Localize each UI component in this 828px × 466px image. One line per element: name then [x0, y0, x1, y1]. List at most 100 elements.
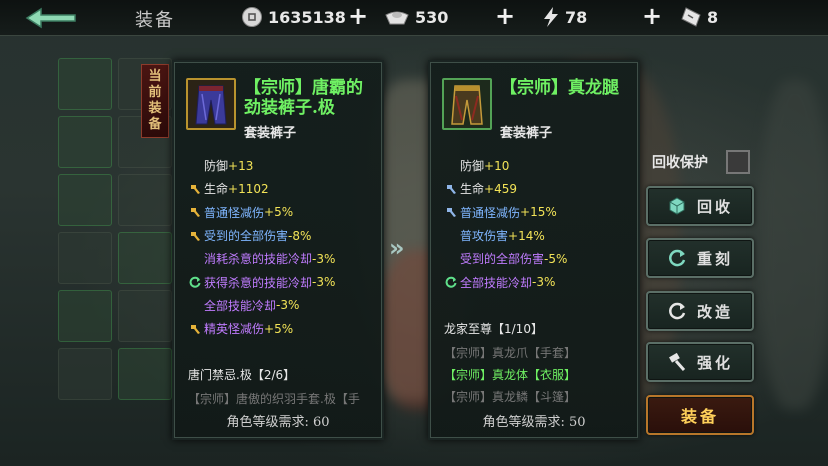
stat-row: 全部技能冷却 -3%: [188, 294, 380, 317]
stat-value: -3%: [532, 275, 556, 290]
candidate-item-card: 【宗师】真龙腿 套装裤子 防御 +10 生命 +459 普通怪减伤 +15% 普…: [428, 60, 640, 440]
energy-amount: 78: [565, 7, 588, 27]
stat-value: -5%: [544, 251, 568, 266]
inventory-slot: [58, 174, 112, 226]
add-coin-button[interactable]: +: [347, 4, 369, 29]
inventory-slot: [58, 290, 112, 342]
silver-ingot-icon: [385, 11, 409, 25]
stat-label: 防御: [460, 159, 485, 174]
hammer-icon: [188, 322, 202, 336]
coin-icon: [242, 7, 262, 27]
reroll-icon: [444, 275, 458, 289]
level-requirement: 角色等级需求: 60: [226, 415, 330, 430]
stat-label: 防御: [204, 159, 229, 174]
stat-value: -3%: [276, 298, 300, 313]
pants-item-icon[interactable]: [442, 78, 492, 130]
reroll-icon: [669, 249, 686, 267]
background-figure: [760, 80, 828, 410]
equip-button[interactable]: 装备: [646, 395, 754, 435]
stat-value: +1102: [228, 181, 269, 196]
inventory-slot: [118, 348, 172, 400]
hammer-icon: [669, 352, 686, 371]
enhance-label: 强化: [696, 353, 733, 372]
level-requirement: 角色等级需求: 50: [482, 415, 586, 430]
current-equipped-tag: 当前装备: [141, 64, 169, 138]
stat-label: 精英怪减伤: [204, 322, 265, 337]
set-piece: 【宗师】真龙体【衣服】: [444, 368, 577, 382]
ticket-resource: 8: [680, 5, 718, 29]
reroll-icon: [188, 275, 202, 289]
recycle-label: 回收: [696, 197, 733, 216]
stat-row: 普通怪减伤 +5%: [188, 201, 380, 224]
stat-row: 受到的全部伤害 -5%: [444, 247, 636, 270]
hammer-icon: [444, 182, 458, 196]
stat-value: +15%: [520, 205, 557, 220]
stat-label: 普攻伤害: [460, 229, 509, 244]
equipped-item-card: 【宗师】唐霸的劲装裤子.极 套装裤子 防御 +13 生命 +1102 普通怪减伤…: [172, 60, 384, 440]
back-button[interactable]: [20, 4, 82, 32]
stat-row: 全部技能冷却 -3%: [444, 270, 636, 293]
stat-label: 普通怪减伤: [204, 205, 265, 220]
stat-row: 普攻伤害 +14%: [444, 224, 636, 247]
recycle-protect-checkbox[interactable]: [726, 150, 750, 174]
stat-label: 全部技能冷却: [460, 275, 533, 290]
set-piece: 【宗师】真龙鳞【斗篷】: [444, 390, 577, 404]
inventory-slot: [58, 58, 112, 110]
reform-icon: [669, 302, 686, 320]
reform-button[interactable]: 改造: [646, 291, 754, 331]
hammer-icon: [188, 205, 202, 219]
stat-value: +5%: [264, 205, 294, 220]
reroll-button[interactable]: 重刻: [646, 238, 754, 278]
item-type: 套装裤子: [500, 126, 553, 141]
add-energy-button[interactable]: +: [641, 4, 663, 29]
stat-value: +459: [484, 181, 517, 196]
hammer-icon: [188, 182, 202, 196]
stat-value: +5%: [264, 321, 294, 336]
stat-row: 受到的全部伤害 -8%: [188, 224, 380, 247]
stat-value: -3%: [312, 251, 336, 266]
set-title: 唐门禁忌.极【2/6】: [188, 368, 296, 382]
lightning-icon: [544, 7, 558, 27]
page-title: 装备: [135, 10, 175, 31]
silver-resource: 530: [384, 5, 448, 29]
stat-row: 生命 +1102: [188, 177, 380, 200]
inventory-slot: [58, 232, 112, 284]
compare-arrow-icon: »: [389, 234, 404, 262]
stat-value: +14%: [508, 228, 545, 243]
ticket-icon: [681, 7, 701, 27]
coin-resource: 1635138: [241, 5, 346, 29]
coin-amount: 1635138: [268, 7, 346, 27]
inventory-slot: [118, 290, 172, 342]
stat-row: 防御 +13: [188, 154, 380, 177]
stat-row: 精英怪减伤 +5%: [188, 317, 380, 340]
stat-label: 受到的全部伤害: [204, 229, 289, 244]
stat-row: 普通怪减伤 +15%: [444, 201, 636, 224]
stat-value: -3%: [312, 275, 336, 290]
hammer-icon: [444, 205, 458, 219]
stat-row: 消耗杀意的技能冷却 -3%: [188, 247, 380, 270]
ticket-amount: 8: [707, 7, 719, 27]
stat-label: 获得杀意的技能冷却: [204, 275, 313, 290]
reroll-label: 重刻: [696, 249, 733, 268]
equip-label: 装备: [680, 407, 719, 426]
set-piece: 【宗师】真龙爪【手套】: [444, 346, 577, 360]
stat-label: 消耗杀意的技能冷却: [204, 252, 313, 267]
stat-label: 生命: [204, 182, 229, 197]
add-silver-button[interactable]: +: [494, 4, 516, 29]
pants-item-icon[interactable]: [186, 78, 236, 130]
enhance-button[interactable]: 强化: [646, 342, 754, 382]
inventory-slot: [118, 174, 172, 226]
energy-resource: 78: [542, 5, 587, 29]
inventory-slot: [58, 116, 112, 168]
stat-label: 生命: [460, 182, 485, 197]
item-stats: 防御 +13 生命 +1102 普通怪减伤 +5% 受到的全部伤害 -8% 消耗…: [188, 154, 380, 340]
recycle-protect-label: 回收保护: [652, 155, 708, 171]
stat-row: 防御 +10: [444, 154, 636, 177]
stat-value: +13: [228, 158, 254, 173]
item-header: 【宗师】真龙腿 套装裤子: [442, 78, 632, 148]
recycle-button[interactable]: 回收: [646, 186, 754, 226]
back-arrow-icon: [25, 7, 76, 29]
silver-amount: 530: [415, 7, 449, 27]
item-header: 【宗师】唐霸的劲装裤子.极 套装裤子: [186, 78, 376, 148]
stat-label: 普通怪减伤: [460, 205, 521, 220]
